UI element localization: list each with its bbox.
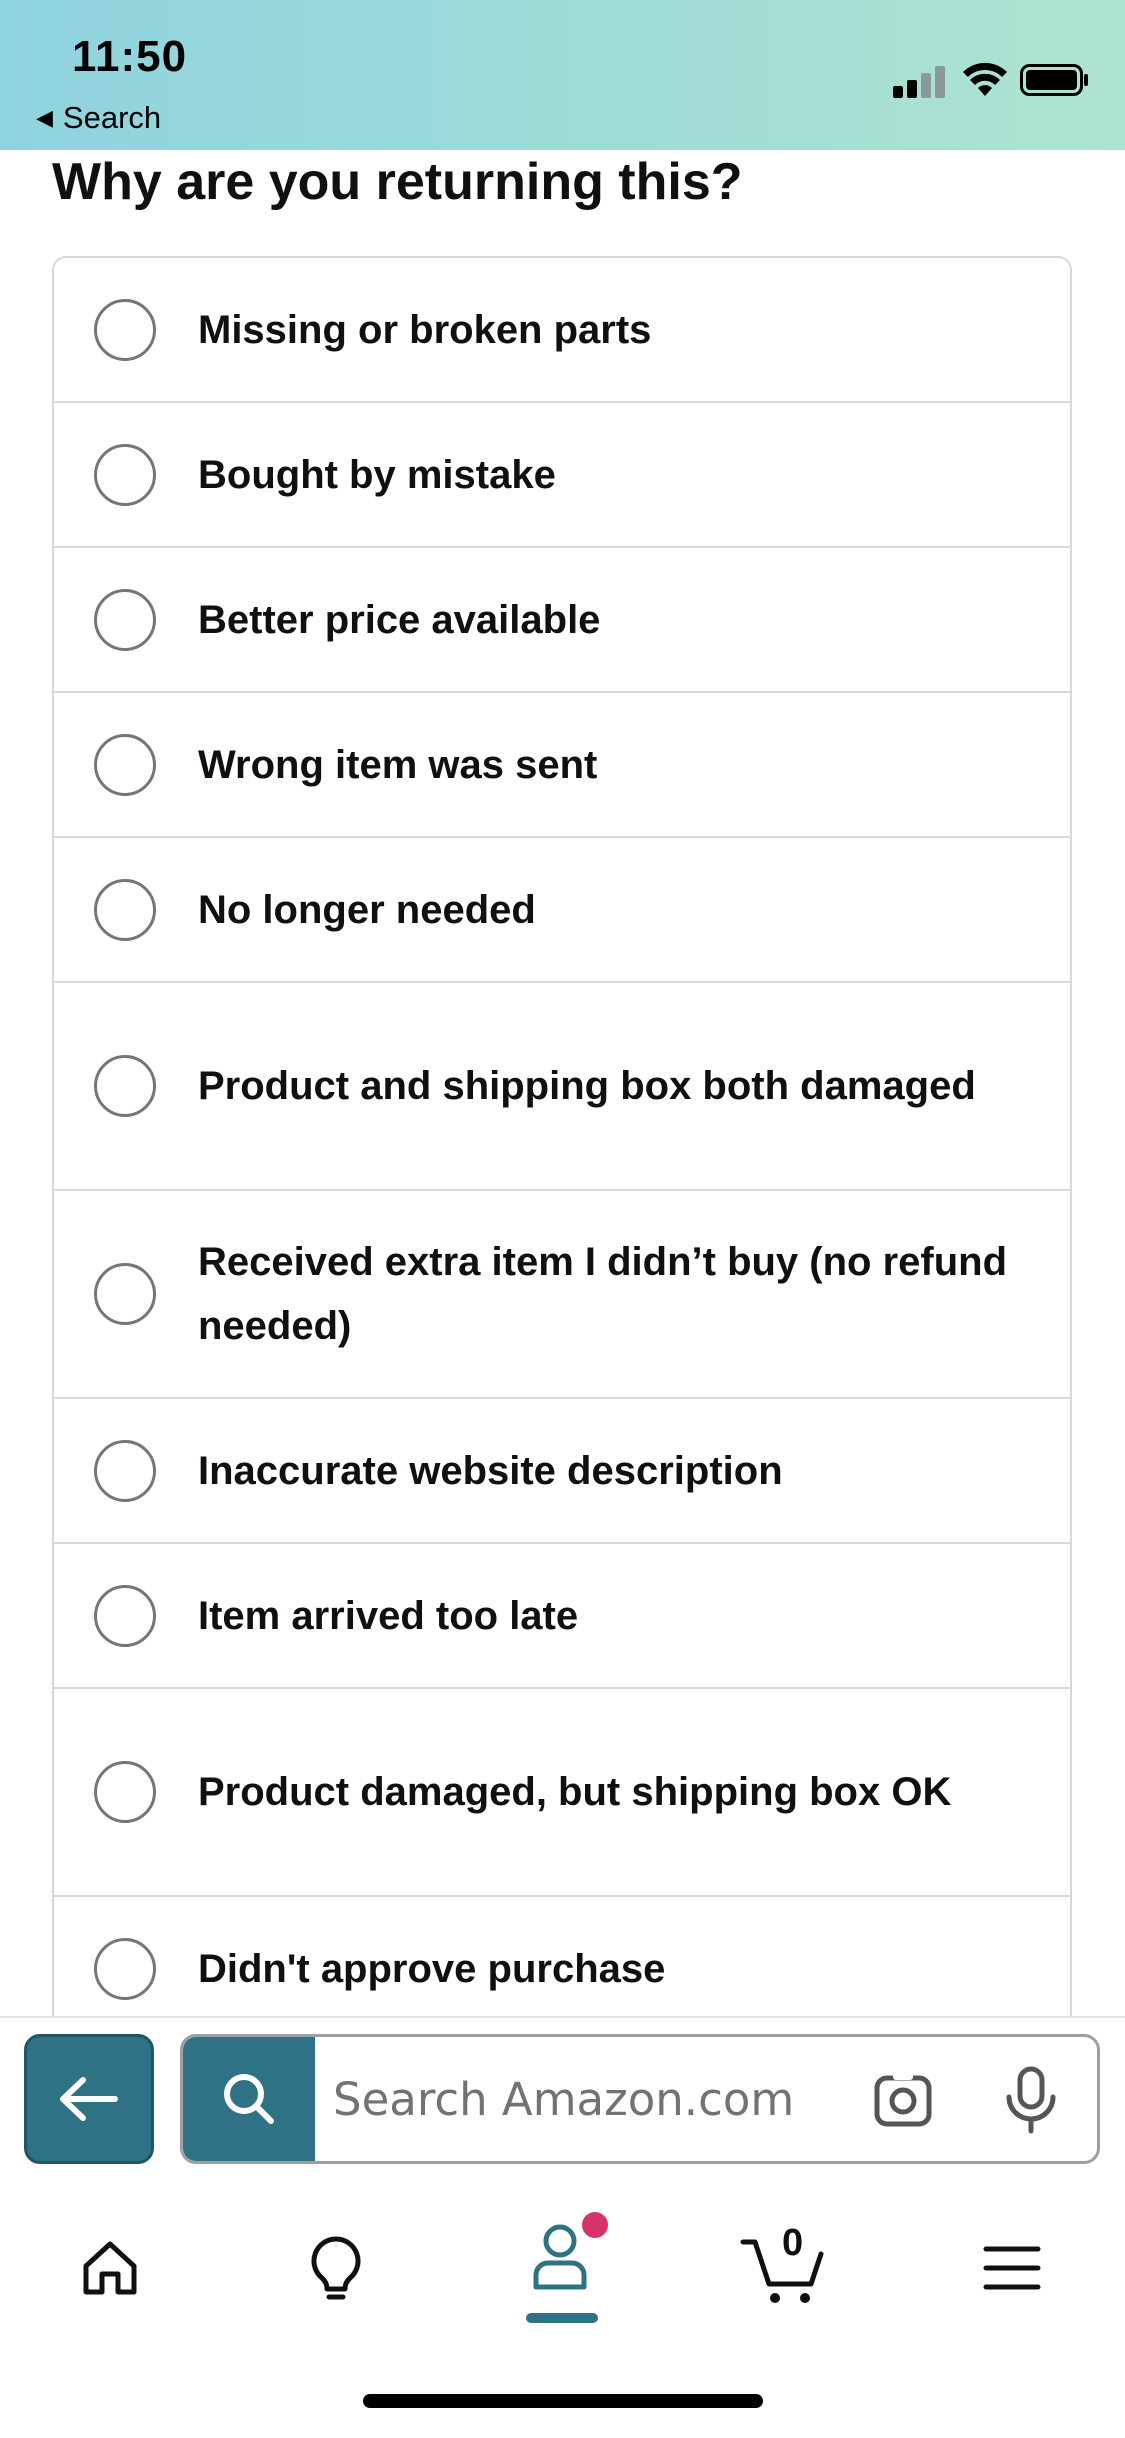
reason-option[interactable]: Didn't approve purchase (54, 1897, 1070, 2016)
microphone-icon[interactable] (1003, 2065, 1059, 2135)
reason-option[interactable]: Item arrived too late (54, 1544, 1070, 1689)
reason-option[interactable]: Bought by mistake (54, 403, 1070, 548)
search-input[interactable] (333, 2037, 893, 2161)
wifi-icon (963, 62, 1007, 96)
back-to-app-link[interactable]: ◀ Search (36, 100, 161, 136)
reason-label: Missing or broken parts (198, 307, 652, 352)
notification-badge (582, 2212, 608, 2238)
search-icon (224, 2074, 274, 2124)
radio-button[interactable] (94, 1584, 156, 1647)
reason-label: Product and shipping box both damaged (198, 1064, 976, 1108)
radio-button[interactable] (94, 733, 156, 796)
reason-label: Inaccurate website description (198, 1448, 783, 1493)
reason-option[interactable]: Better price available (54, 548, 1070, 693)
battery-icon (1020, 64, 1088, 96)
reason-label: No longer needed (198, 887, 536, 932)
lightbulb-icon (311, 2236, 361, 2300)
tab-ideas[interactable] (286, 2218, 386, 2318)
reason-label: Wrong item was sent (198, 742, 598, 787)
return-reason-list: Missing or broken parts Bought by mistak… (52, 256, 1072, 2016)
reason-label: Didn't approve purchase (198, 1946, 666, 1991)
search-bar (180, 2034, 1100, 2164)
radio-button[interactable] (94, 1263, 156, 1325)
radio-button[interactable] (94, 1761, 156, 1823)
reason-option[interactable]: Product and shipping box both damaged (54, 983, 1070, 1191)
page-title: Why are you returning this? (52, 153, 743, 211)
reason-option[interactable]: Missing or broken parts (54, 258, 1070, 403)
radio-button[interactable] (94, 878, 156, 941)
reason-label: Product damaged, but shipping box OK (198, 1770, 952, 1814)
radio-button[interactable] (94, 1937, 156, 2000)
tab-home[interactable] (60, 2218, 160, 2318)
radio-button[interactable] (94, 1439, 156, 1502)
cart-count: 0 (782, 2222, 804, 2264)
reason-option[interactable]: Received extra item I didn’t buy (no ref… (54, 1191, 1070, 1399)
home-indicator (363, 2394, 763, 2408)
back-button[interactable] (24, 2034, 154, 2164)
radio-button[interactable] (94, 588, 156, 651)
status-bar: 11:50 ◀ Search (0, 0, 1125, 150)
reason-option[interactable]: No longer needed (54, 838, 1070, 983)
radio-button[interactable] (94, 1055, 156, 1117)
arrow-left-icon (60, 2077, 118, 2121)
cellular-signal-icon (893, 66, 947, 98)
camera-scan-icon[interactable] (873, 2070, 933, 2130)
reason-label: Received extra item I didn’t buy (no ref… (198, 1240, 1008, 1348)
radio-button[interactable] (94, 443, 156, 506)
status-time: 11:50 (72, 32, 188, 81)
radio-button[interactable] (94, 298, 156, 361)
back-app-label: Search (62, 100, 162, 135)
home-icon (83, 2241, 137, 2295)
active-tab-indicator (526, 2313, 598, 2323)
reason-label: Better price available (198, 597, 601, 642)
back-triangle-icon: ◀ (36, 105, 53, 130)
hamburger-icon (983, 2246, 1041, 2290)
tab-menu[interactable] (962, 2218, 1062, 2318)
reason-label: Bought by mistake (198, 452, 556, 497)
reason-option[interactable]: Inaccurate website description (54, 1399, 1070, 1544)
reason-option[interactable]: Product damaged, but shipping box OK (54, 1689, 1070, 1897)
reason-label: Item arrived too late (198, 1593, 579, 1638)
search-button[interactable] (183, 2037, 315, 2161)
reason-option[interactable]: Wrong item was sent (54, 693, 1070, 838)
